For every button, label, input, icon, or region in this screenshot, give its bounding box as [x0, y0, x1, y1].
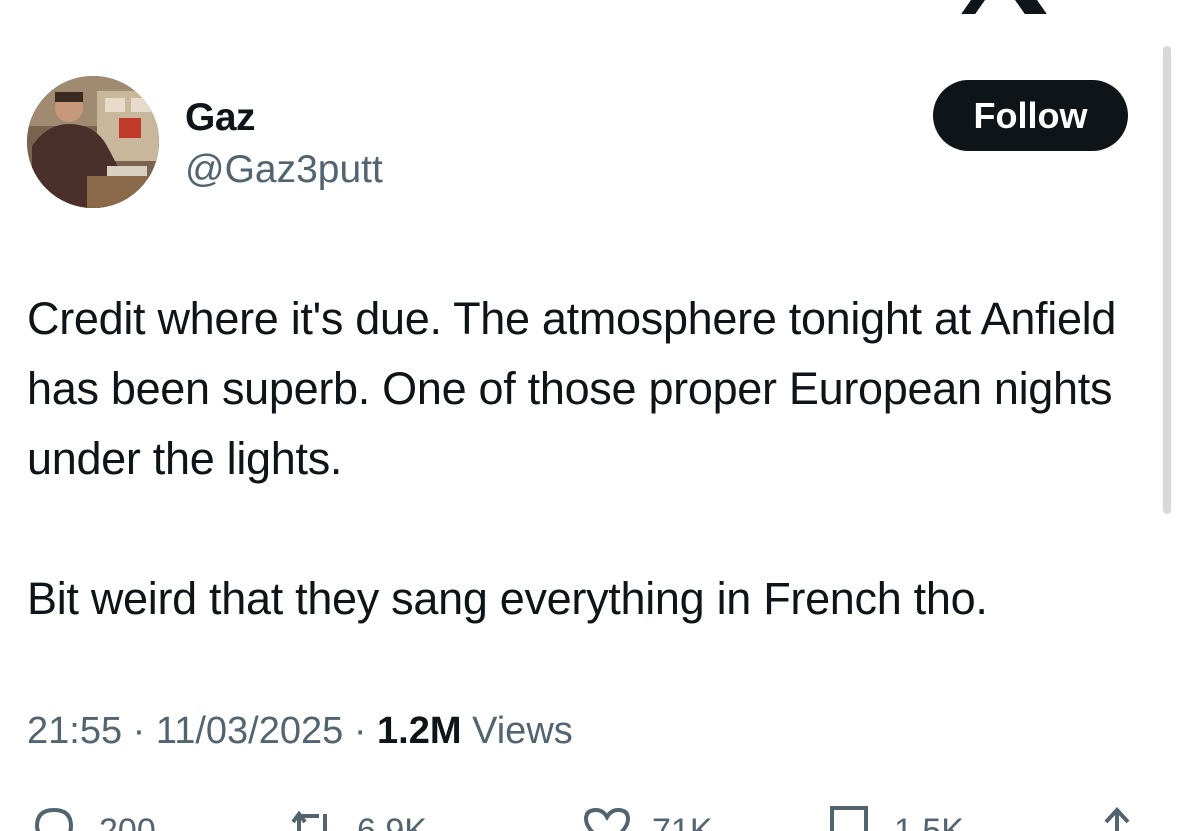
like-count: 71K — [652, 812, 713, 831]
like-button[interactable]: 71K — [580, 800, 713, 831]
heart-icon — [583, 807, 631, 831]
tweet-date[interactable]: 11/03/2025 — [156, 710, 343, 752]
meta-separator: · — [132, 710, 146, 752]
tweet-paragraph: Credit where it's due. The atmosphere to… — [27, 293, 1117, 484]
share-button[interactable] — [1090, 800, 1144, 831]
tweet-screen: Gaz @Gaz3putt Follow Credit where it's d… — [0, 0, 1179, 831]
tweet-paragraph: Bit weird that they sang everything in F… — [27, 573, 988, 624]
reply-count: 200 — [99, 812, 156, 831]
display-name[interactable]: Gaz — [185, 96, 256, 140]
tweet-time[interactable]: 21:55 — [27, 710, 122, 752]
tweet-text: Credit where it's due. The atmosphere to… — [27, 284, 1152, 634]
repost-button[interactable]: 6.9K — [285, 800, 427, 831]
bookmark-button[interactable]: 1.5K — [822, 800, 964, 831]
reply-button[interactable]: 200 — [27, 800, 156, 831]
follow-button[interactable]: Follow — [933, 80, 1128, 151]
action-bar: 200 6.9K 71K 1.5K — [0, 800, 1179, 831]
user-handle[interactable]: @Gaz3putt — [185, 148, 383, 192]
share-icon — [1104, 807, 1130, 831]
reply-icon — [34, 807, 74, 831]
bookmark-count: 1.5K — [894, 812, 964, 831]
bookmark-icon — [830, 806, 868, 831]
x-logo-icon — [965, 0, 1045, 10]
tweet-meta: 21:55 · 11/03/2025 · 1.2M Views — [27, 710, 573, 753]
repost-count: 6.9K — [357, 812, 427, 831]
views-label: Views — [472, 710, 573, 752]
avatar-photo — [27, 76, 159, 208]
avatar[interactable] — [27, 76, 159, 208]
meta-separator: · — [353, 710, 367, 752]
scrollbar[interactable] — [1163, 46, 1171, 514]
repost-icon — [291, 810, 330, 831]
views-count[interactable]: 1.2M — [377, 710, 461, 752]
